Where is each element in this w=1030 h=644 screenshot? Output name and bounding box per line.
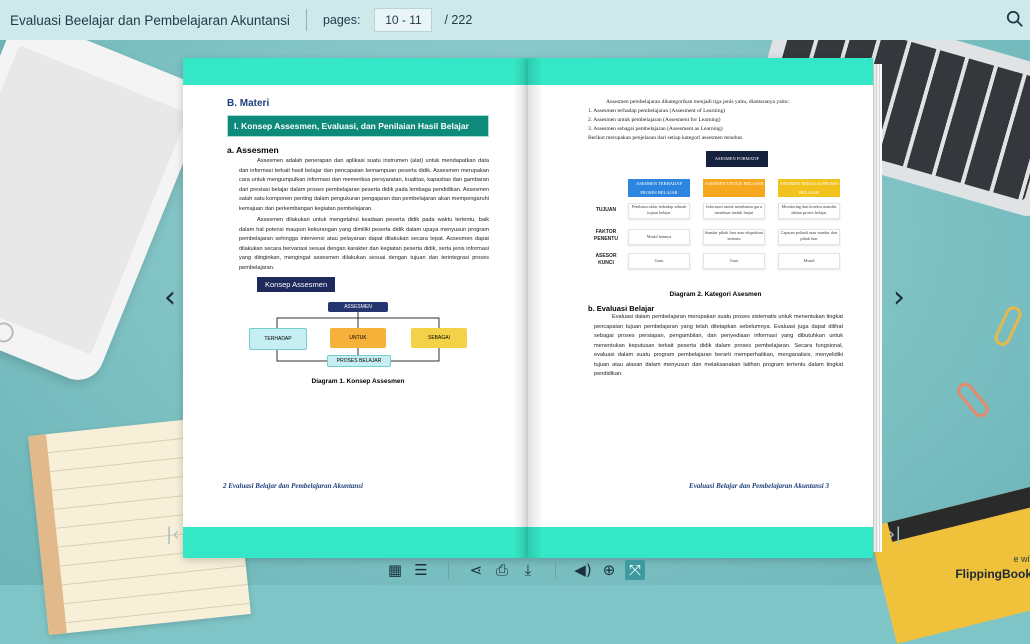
divider [305,9,307,31]
paragraph: Evaluasi dalam pembelajaran merupakan su… [594,314,843,377]
table-cell: Guru [703,253,765,269]
paragraph: Assesmen pembelajaran dikategorikan menj… [606,99,790,105]
divider [448,561,449,579]
node-assesmen: ASSESMEN [328,302,388,312]
table-col-header: ASESMEN SEBAGAI PROSES BELAJAR [778,179,840,197]
node-proses-belajar: PROSES BELAJAR [327,355,391,367]
chapter-heading: I. Konsep Assesmen, Evaluasi, dan Penila… [227,115,489,137]
table-cell: Informasi untuk membantu guru membuat ti… [703,203,765,219]
next-page-arrow-icon[interactable]: › [893,280,905,315]
brand-made-with: e wit [1013,554,1030,564]
paragraph: Berikut merupakan penjelasan dari setiap… [588,135,744,141]
print-icon[interactable]: ⎙ [492,560,512,580]
section-heading: B. Materi [227,98,270,109]
thumbnails-icon[interactable]: ▦ [385,560,405,580]
pages-input[interactable] [374,8,433,32]
paragraph: Assesmen adalah penerapan dan aplikasi s… [239,158,489,212]
node-terhadap: TERHADAP [249,328,307,350]
last-page-icon[interactable]: ›| [888,524,901,545]
subheading: b. Evaluasi Belajar [588,304,655,313]
flipbook[interactable]: B. Materi I. Konsep Assesmen, Evaluasi, … [183,58,873,558]
pages-label: pages: [322,13,361,27]
page-band-bottom [183,527,528,558]
left-page[interactable]: B. Materi I. Konsep Assesmen, Evaluasi, … [183,58,528,558]
zoom-icon[interactable]: ⊕ [599,560,619,580]
table-col-header: ASESMEN UNTUK BELAJAR [703,179,765,197]
table-cell: Murid lainnya [628,229,690,245]
assessment-table: ASESMEN FORMATIF ASESMEN TERHADAP PROSES… [588,149,843,289]
sound-icon[interactable]: ◀) [573,560,593,580]
node-sebagai: SEBAGAI [411,328,467,348]
table-cell: Capaian pribadi atau standar dari pihak … [778,229,840,245]
download-icon[interactable]: ⤓ [518,560,538,580]
table-row-label: FAKTOR PENENTU [594,229,618,242]
toc-icon[interactable]: ☰ [411,560,431,580]
table-cell: Murid [778,253,840,269]
diagram-caption: Diagram 2. Kategori Asesmen [669,291,762,298]
diagram-caption: Diagram 1. Konsep Assesmen [311,378,405,385]
concept-label: Konsep Assesmen [257,277,336,292]
page-footer: Evaluasi Belajar dan Pembelajaran Akunta… [689,482,829,490]
paragraph: Assesmen dilakukan untuk mengetahui kead… [239,217,489,271]
brand-logo[interactable]: FlippingBook [955,567,1030,581]
fullscreen-icon[interactable]: ⤧ [625,560,645,580]
concept-diagram: ASSESMEN TERHADAP UNTUK SEBAGAI PROSES B… [227,298,489,378]
table-cell: Monitoring dan koreksi mandiri dalam pro… [778,203,840,219]
subheading: a. Assesmen [227,145,279,155]
prev-page-arrow-icon[interactable]: ‹ [164,280,176,315]
table-title: ASESMEN FORMATIF [706,151,768,167]
bottom-toolbar: ▦ ☰ ⋖ ⎙ ⤓ ◀) ⊕ ⤧ [0,555,1030,585]
document-title: Evaluasi Beelajar dan Pembelajaran Akunt… [10,12,290,28]
pages-total: / 222 [444,13,473,27]
search-icon[interactable] [1006,10,1024,28]
list-item: 2. Assesmen untuk pembelajaran (Assesmen… [588,117,721,123]
top-bar: Evaluasi Beelajar dan Pembelajaran Akunt… [0,0,1030,40]
page-band-bottom [528,527,873,558]
list-item: 3. Assesmen sebagai pembelajaran (Assesm… [588,126,723,132]
share-icon[interactable]: ⋖ [466,560,486,580]
right-page[interactable]: Assesmen pembelajaran dikategorikan menj… [528,58,873,558]
table-cell: Standar pihak luar atau ekspektasi terte… [703,229,765,245]
table-row-label: ASESOR KUNCI [595,253,617,266]
divider [555,561,556,579]
list-item: 1. Assesmen terhadap pembelajaran (Asses… [588,108,726,114]
page-footer: 2 Evaluasi Belajar dan Pembelajaran Akun… [223,482,363,490]
node-untuk: UNTUK [330,328,386,348]
table-col-header: ASESMEN TERHADAP PROSES BELAJAR [628,179,690,197]
page-band-top [183,58,528,85]
table-cell: Penilaian akhir terhadap sebuah tujuan b… [628,203,690,219]
first-page-icon[interactable]: |‹ [166,524,179,545]
table-cell: Guru [628,253,690,269]
table-row-label: TUJUAN [595,207,617,213]
page-band-top [528,58,873,85]
